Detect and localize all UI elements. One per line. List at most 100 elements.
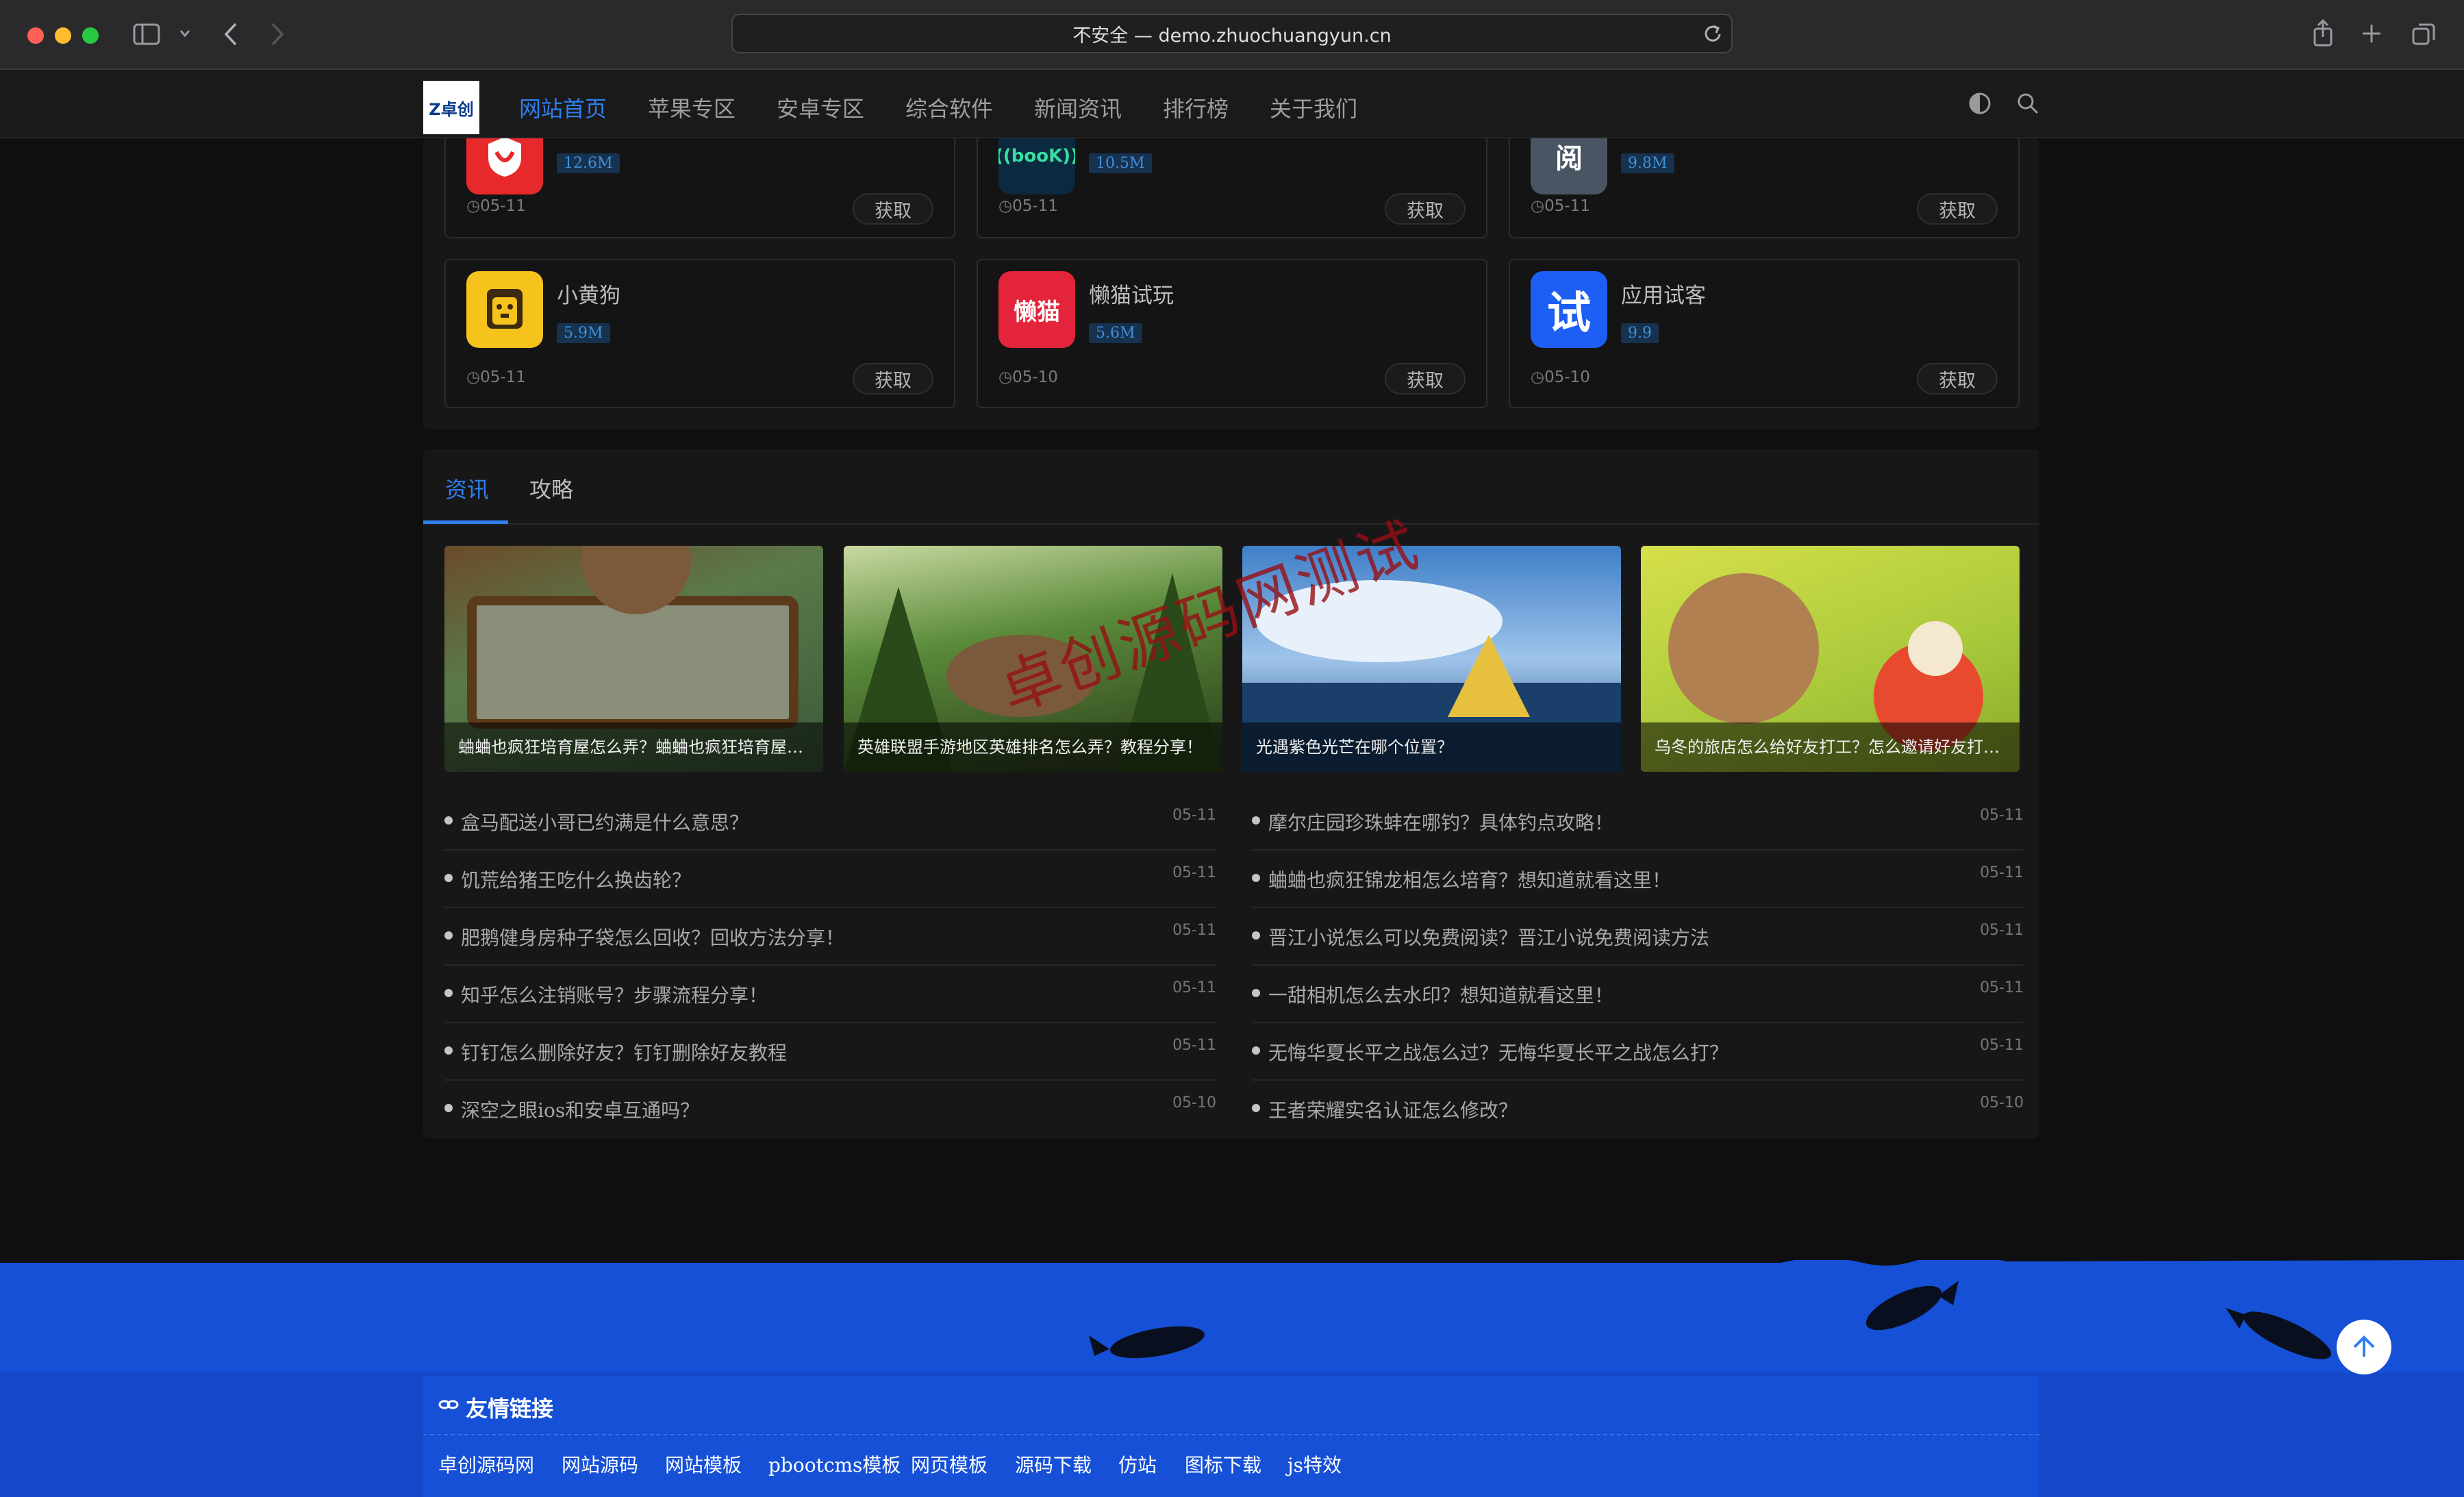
list-item[interactable]: 摩尔庄园珍珠蚌在哪钓？具体钓点攻略！ 05-11 bbox=[1252, 793, 2024, 851]
list-item[interactable]: 饥荒给猪王吃什么换齿轮？ 05-11 bbox=[444, 851, 1216, 908]
sidebar-toggle-icon[interactable] bbox=[133, 23, 160, 45]
news-title: 晋江小说怎么可以免费阅读？晋江小说免费阅读方法 bbox=[1268, 927, 1710, 949]
get-button[interactable]: 获取 bbox=[853, 363, 933, 394]
bullet bbox=[444, 931, 453, 940]
friend-link[interactable]: 卓创源码网 bbox=[438, 1450, 534, 1478]
friend-link[interactable]: pbootcms模板 bbox=[768, 1450, 901, 1478]
bullet bbox=[1252, 931, 1260, 940]
logo-text: Z卓创 bbox=[429, 99, 474, 119]
app-date: ◷05-10 bbox=[998, 368, 1058, 386]
news-date: 05-11 bbox=[1172, 922, 1216, 939]
nav-home[interactable]: 网站首页 bbox=[519, 92, 607, 123]
thumbnail-caption: 光遇紫色光芒在哪个位置？ bbox=[1242, 722, 1621, 772]
clock-icon: ◷ bbox=[998, 368, 1013, 386]
news-title: 王者荣耀实名认证怎么修改？ bbox=[1268, 1099, 1518, 1122]
get-button[interactable]: 获取 bbox=[1917, 363, 1998, 394]
share-icon[interactable] bbox=[2312, 19, 2334, 47]
theme-toggle-icon[interactable] bbox=[1968, 92, 1991, 115]
nav-software[interactable]: 综合软件 bbox=[905, 92, 993, 123]
bullet bbox=[1252, 1046, 1260, 1055]
list-item[interactable]: 肥鹅健身房种子袋怎么回收？回收方法分享！ 05-11 bbox=[444, 908, 1216, 966]
bullet bbox=[1252, 816, 1260, 825]
list-item[interactable]: 王者荣耀实名认证怎么修改？ 05-10 bbox=[1252, 1081, 2024, 1138]
list-item[interactable]: 一甜相机怎么去水印？想知道就看这里！ 05-11 bbox=[1252, 966, 2024, 1023]
list-item[interactable]: 盒马配送小哥已约满是什么意思？ 05-11 bbox=[444, 793, 1216, 851]
tab-news[interactable]: 资讯 bbox=[445, 473, 489, 504]
friend-link[interactable]: 网站模板 bbox=[665, 1450, 742, 1478]
app-date: ◷05-11 bbox=[466, 197, 526, 215]
new-tab-icon[interactable] bbox=[2361, 23, 2382, 44]
bullet bbox=[444, 989, 453, 997]
list-item[interactable]: 晋江小说怎么可以免费阅读？晋江小说免费阅读方法 05-11 bbox=[1252, 908, 2024, 966]
list-item[interactable]: 无悔华夏长平之战怎么过？无悔华夏长平之战怎么打？ 05-11 bbox=[1252, 1023, 2024, 1081]
news-date: 05-11 bbox=[1980, 979, 2024, 996]
get-button[interactable]: 获取 bbox=[1917, 193, 1998, 225]
back-arrow-icon[interactable] bbox=[223, 22, 238, 47]
nav-news[interactable]: 新闻资讯 bbox=[1034, 92, 1122, 123]
url-text: 不安全 — demo.zhuochuangyun.cn bbox=[1072, 25, 1392, 47]
forward-arrow-icon[interactable] bbox=[270, 22, 285, 47]
app-card[interactable]: 试 应用试客 9.9 ◷05-10 获取 bbox=[1509, 259, 2020, 408]
news-date: 05-10 bbox=[1172, 1094, 1216, 1111]
site-logo[interactable]: Z卓创 bbox=[423, 81, 479, 134]
app-card[interactable]: 懒猫 懒猫试玩 5.6M ◷05-10 获取 bbox=[977, 259, 1487, 408]
app-date-text: 05-10 bbox=[1544, 368, 1590, 386]
reload-icon[interactable] bbox=[1704, 23, 1722, 42]
bullet bbox=[444, 816, 453, 825]
browser-window: 不安全 — demo.zhuochuangyun.cn Z卓创 网站首页 苹果专… bbox=[0, 0, 2464, 1497]
get-button[interactable]: 获取 bbox=[853, 193, 933, 225]
friend-link[interactable]: 网页模板 bbox=[911, 1450, 988, 1478]
news-date: 05-11 bbox=[1980, 864, 2024, 881]
browser-toolbar: 不安全 — demo.zhuochuangyun.cn bbox=[0, 0, 2464, 70]
friend-link[interactable]: 图标下载 bbox=[1185, 1450, 1261, 1478]
bullet bbox=[1252, 874, 1260, 882]
app-date: ◷05-11 bbox=[1531, 197, 1590, 215]
minimize-window-button[interactable] bbox=[55, 27, 71, 44]
close-window-button[interactable] bbox=[27, 27, 44, 44]
address-bar[interactable]: 不安全 — demo.zhuochuangyun.cn bbox=[731, 14, 1733, 53]
active-tab-indicator bbox=[423, 520, 508, 524]
app-date: ◷05-11 bbox=[998, 197, 1058, 215]
nav-ranking[interactable]: 排行榜 bbox=[1163, 92, 1229, 123]
app-size: 5.9M bbox=[557, 323, 610, 343]
list-item[interactable]: 深空之眼ios和安卓互通吗？ 05-10 bbox=[444, 1081, 1216, 1138]
list-item[interactable]: 钉钉怎么删除好友？钉钉删除好友教程 05-11 bbox=[444, 1023, 1216, 1081]
bullet bbox=[1252, 1104, 1260, 1112]
friend-link[interactable]: 源码下载 bbox=[1015, 1450, 1092, 1478]
nav-android[interactable]: 安卓专区 bbox=[777, 92, 864, 123]
chevron-down-icon[interactable] bbox=[179, 29, 190, 38]
back-to-top-button[interactable] bbox=[2337, 1320, 2391, 1374]
header-overlay bbox=[0, 70, 2464, 138]
get-button[interactable]: 获取 bbox=[1385, 193, 1466, 225]
news-date: 05-11 bbox=[1172, 979, 1216, 996]
list-item[interactable]: 知乎怎么注销账号？步骤流程分享！ 05-11 bbox=[444, 966, 1216, 1023]
friend-link[interactable]: 仿站 bbox=[1118, 1450, 1157, 1478]
app-card[interactable]: 小黄狗 5.9M ◷05-11 获取 bbox=[444, 259, 955, 408]
friend-link[interactable]: 网站源码 bbox=[562, 1450, 638, 1478]
clock-icon: ◷ bbox=[466, 368, 481, 386]
news-title: 肥鹅健身房种子袋怎么回收？回收方法分享！ bbox=[461, 927, 845, 949]
news-thumbnail[interactable]: 乌冬的旅店怎么给好友打工？怎么邀请好友打… bbox=[1641, 546, 2020, 772]
footer-divider bbox=[423, 1434, 2039, 1435]
news-date: 05-10 bbox=[1980, 1094, 2024, 1111]
tab-divider bbox=[423, 523, 2039, 525]
maximize-window-button[interactable] bbox=[82, 27, 99, 44]
nav-apple[interactable]: 苹果专区 bbox=[648, 92, 736, 123]
news-title: 知乎怎么注销账号？步骤流程分享！ bbox=[461, 984, 768, 1007]
news-thumbnail[interactable]: 蛐蛐也疯狂培育屋怎么弄？蛐蛐也疯狂培育屋… bbox=[444, 546, 823, 772]
friend-link[interactable]: js特效 bbox=[1287, 1450, 1342, 1478]
app-size: 12.6M bbox=[557, 153, 620, 173]
nav-about[interactable]: 关于我们 bbox=[1270, 92, 1357, 123]
app-name: 懒猫试玩 bbox=[1089, 284, 1174, 308]
list-item[interactable]: 蛐蛐也疯狂锦龙相怎么培育？想知道就看这里！ 05-11 bbox=[1252, 851, 2024, 908]
tab-overview-icon[interactable] bbox=[2412, 22, 2437, 45]
app-size: 10.5M bbox=[1089, 153, 1152, 173]
link-icon bbox=[438, 1400, 459, 1409]
app-date: ◷05-10 bbox=[1531, 368, 1590, 386]
get-button[interactable]: 获取 bbox=[1385, 363, 1466, 394]
clock-icon: ◷ bbox=[1531, 197, 1545, 215]
news-date: 05-11 bbox=[1172, 1037, 1216, 1054]
bullet bbox=[444, 1104, 453, 1112]
search-icon[interactable] bbox=[2016, 92, 2039, 115]
tab-guides[interactable]: 攻略 bbox=[529, 473, 573, 504]
